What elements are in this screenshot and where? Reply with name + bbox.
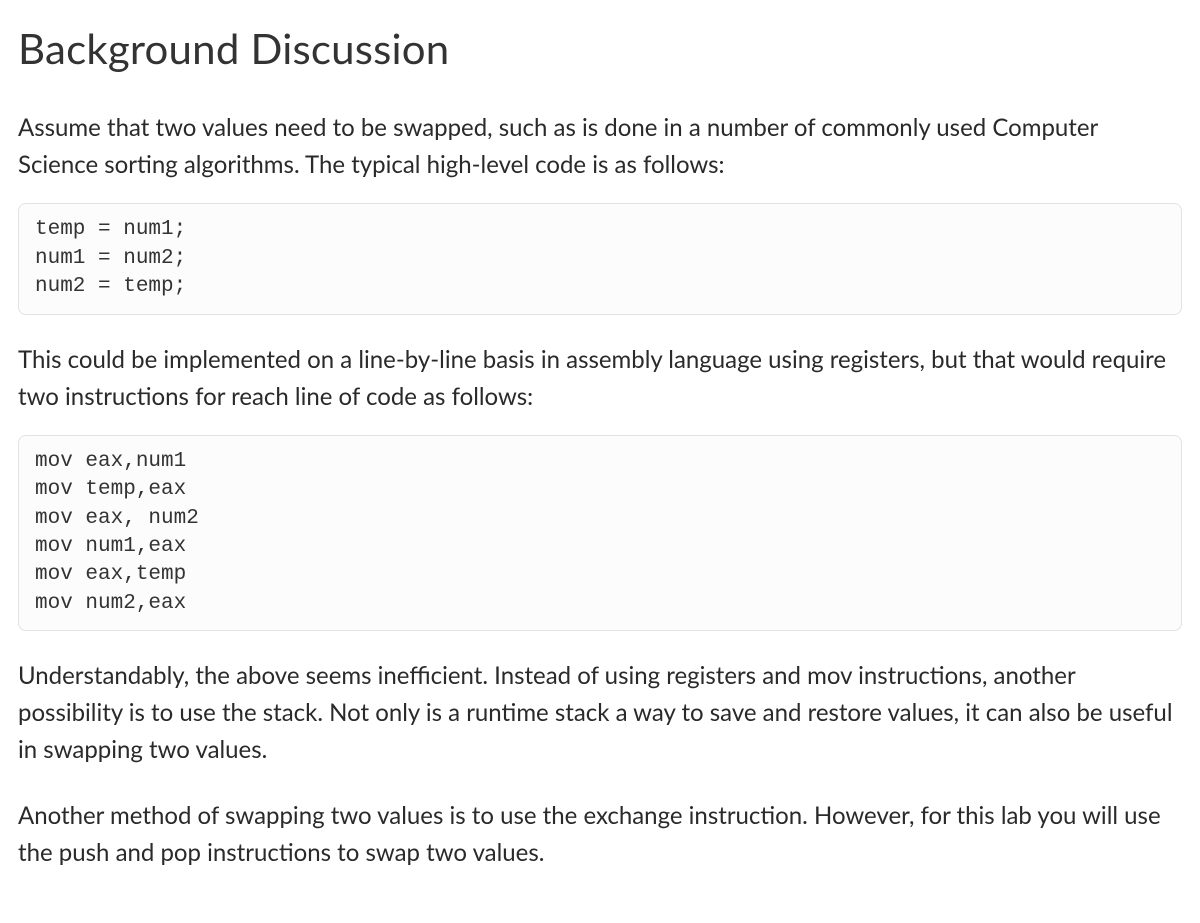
paragraph-2: This could be implemented on a line-by-l… [18, 341, 1182, 415]
page-heading: Background Discussion [18, 16, 1182, 81]
paragraph-3: Understandably, the above seems ineffici… [18, 657, 1182, 769]
intro-paragraph: Assume that two values need to be swappe… [18, 109, 1182, 183]
code-block-assembly: mov eax,num1 mov temp,eax mov eax, num2 … [18, 435, 1182, 631]
paragraph-4: Another method of swapping two values is… [18, 797, 1182, 871]
code-block-highlevel: temp = num1; num1 = num2; num2 = temp; [18, 203, 1182, 314]
